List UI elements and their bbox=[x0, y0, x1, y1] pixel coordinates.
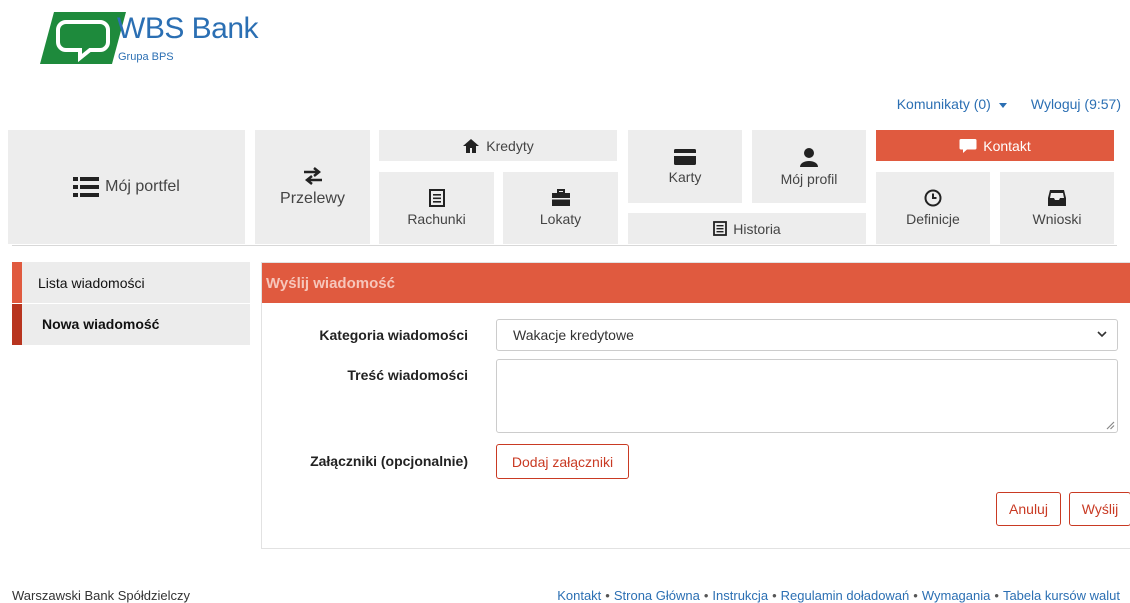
footer-link-requirements[interactable]: Wymagania bbox=[922, 588, 991, 603]
nav-applications[interactable]: Wnioski bbox=[1000, 172, 1114, 244]
footer-link-home[interactable]: Strona Główna bbox=[614, 588, 700, 603]
nav-history[interactable]: Historia bbox=[628, 213, 866, 244]
logo-mark-icon bbox=[40, 12, 126, 64]
attachments-label: Załączniki (opcjonalnie) bbox=[310, 453, 468, 469]
brand-name: WBS Bank bbox=[117, 12, 259, 45]
message-sidebar: Lista wiadomości Nowa wiadomość bbox=[12, 262, 250, 346]
footer-links: Kontakt • Strona Główna • Instrukcja • Regulam… bbox=[557, 588, 1120, 603]
add-attachments-button[interactable]: Dodaj załączniki bbox=[496, 444, 629, 479]
clock-icon bbox=[924, 189, 942, 207]
category-selected-value: Wakacje kredytowe bbox=[513, 327, 634, 343]
list-icon bbox=[73, 177, 100, 197]
cancel-button[interactable]: Anuluj bbox=[996, 492, 1061, 526]
nav-transfers[interactable]: Przelewy bbox=[255, 130, 370, 244]
ledger-icon bbox=[713, 221, 728, 236]
credit-card-icon bbox=[674, 148, 696, 165]
resize-grip-icon[interactable] bbox=[1105, 420, 1115, 430]
send-button[interactable]: Wyślij bbox=[1069, 492, 1130, 526]
nav-deposits[interactable]: Lokaty bbox=[503, 172, 618, 244]
nav-contact[interactable]: Kontakt bbox=[876, 130, 1114, 161]
divider bbox=[12, 245, 1117, 246]
chevron-down-icon bbox=[1097, 331, 1107, 338]
transfer-arrows-icon bbox=[303, 167, 322, 185]
ledger-icon bbox=[428, 189, 445, 207]
nav-loans[interactable]: Kredyty bbox=[379, 130, 617, 161]
logout-link[interactable]: Wyloguj (9:57) bbox=[1031, 96, 1121, 112]
caret-down-icon bbox=[998, 102, 1007, 108]
home-icon bbox=[463, 138, 480, 153]
inbox-icon bbox=[1048, 190, 1066, 206]
user-icon bbox=[800, 147, 818, 167]
nav-portfolio[interactable]: Mój portfel bbox=[8, 130, 245, 244]
top-bar: Komunikaty (0) Wyloguj (9:57) bbox=[897, 96, 1121, 112]
category-label: Kategoria wiadomości bbox=[319, 327, 468, 343]
brand-subtitle: Grupa BPS bbox=[118, 51, 174, 63]
send-message-panel: Wyślij wiadomość Kategoria wiadomości Wa… bbox=[261, 262, 1130, 549]
panel-title: Wyślij wiadomość bbox=[262, 263, 1130, 303]
content-label: Treść wiadomości bbox=[347, 367, 468, 383]
nav-accounts[interactable]: Rachunki bbox=[379, 172, 494, 244]
footer-link-exchange-rates[interactable]: Tabela kursów walut bbox=[1003, 588, 1120, 603]
messages-dropdown[interactable]: Komunikaty (0) bbox=[897, 96, 1007, 112]
briefcase-icon bbox=[551, 189, 570, 206]
footer-bank-name: Warszawski Bank Spółdzielczy bbox=[12, 588, 190, 603]
category-select[interactable]: Wakacje kredytowe bbox=[496, 319, 1118, 351]
nav-profile[interactable]: Mój profil bbox=[752, 130, 866, 203]
nav-cards[interactable]: Karty bbox=[628, 130, 742, 203]
nav-definitions[interactable]: Definicje bbox=[876, 172, 990, 244]
footer-link-instructions[interactable]: Instrukcja bbox=[712, 588, 768, 603]
message-content-textarea[interactable] bbox=[496, 359, 1118, 433]
footer-link-topup-terms[interactable]: Regulamin doładowań bbox=[781, 588, 910, 603]
sidebar-item-message-list[interactable]: Lista wiadomości bbox=[12, 262, 250, 303]
chat-bubble-icon bbox=[959, 138, 977, 153]
sidebar-item-new-message[interactable]: Nowa wiadomość bbox=[12, 304, 250, 345]
footer-link-contact[interactable]: Kontakt bbox=[557, 588, 601, 603]
